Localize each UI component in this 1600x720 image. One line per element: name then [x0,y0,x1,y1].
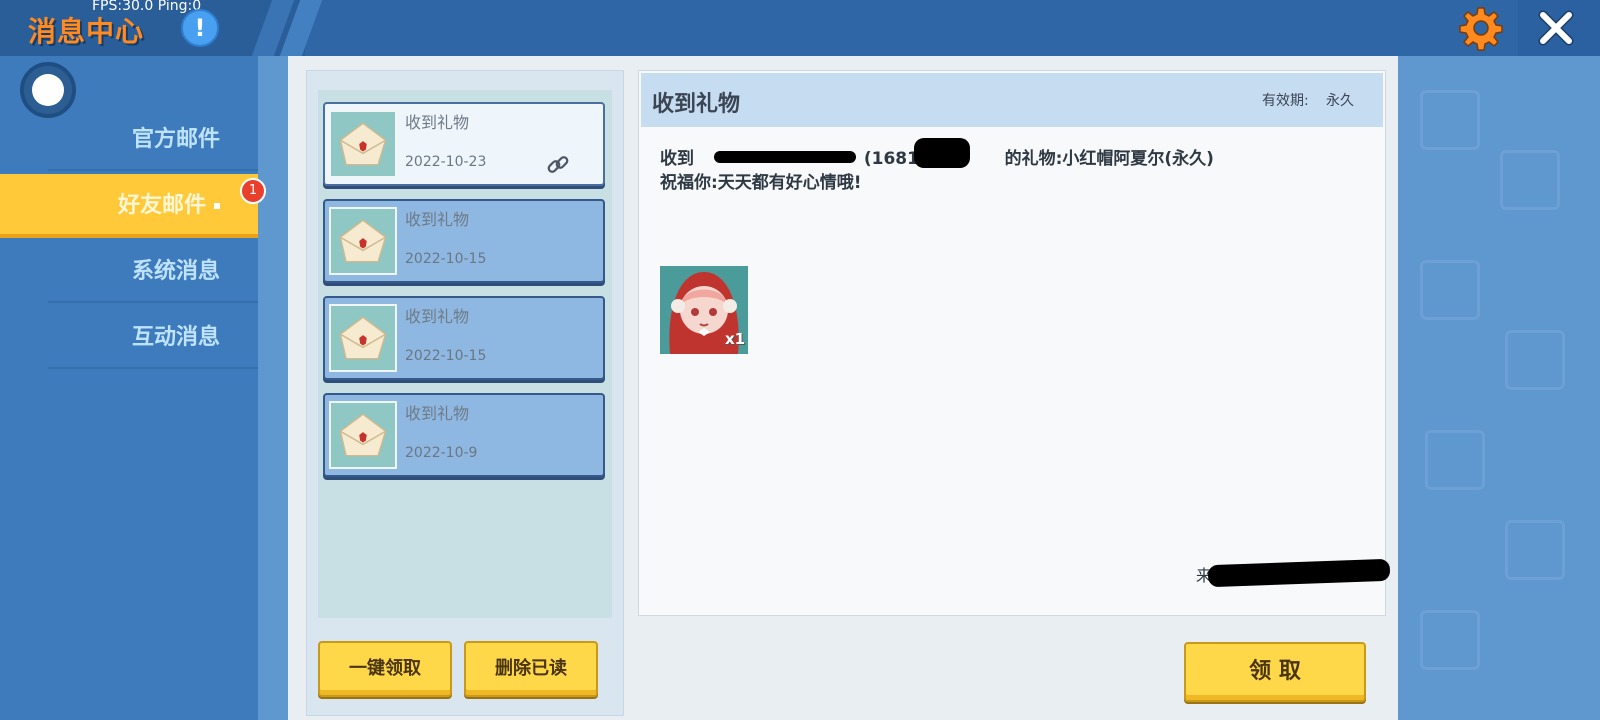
info-icon[interactable]: ! [181,9,219,47]
validity-value: 永久 [1326,93,1354,109]
sidebar-item-label: 互动消息 [131,325,220,350]
mail-title: 收到礼物 [405,113,470,132]
fps-readout: FPS:30.0 Ping:0 [92,0,202,14]
bg-pattern [1420,90,1480,150]
mail-title: 收到礼物 [405,210,470,229]
mail-date: 2022-10-15 [405,348,487,364]
sidebar-item-interaction-messages[interactable]: 互动消息 [0,306,258,370]
sidebar-item-label: 好友邮件 [117,193,206,218]
message-line-2: 祝福你:天天都有好心情哦! [660,173,862,193]
bg-pattern [1500,150,1560,210]
page-title: 消息中心 [28,15,145,48]
divider [48,301,258,303]
mail-title: 收到礼物 [405,307,470,326]
envelope-icon [329,304,397,372]
bg-pattern [1420,260,1480,320]
sidebar-item-label: 系统消息 [131,259,220,284]
bg-pattern [1425,430,1485,490]
redaction [714,151,856,163]
sidebar-item-system-messages[interactable]: 系统消息 [0,240,258,304]
attachment-icon [547,156,569,173]
claim-button[interactable]: 领 取 [1184,642,1366,702]
mail-item[interactable]: 收到礼物 2022-10-15 [323,296,605,380]
gift-quantity: x1 [725,330,746,348]
gift-description: 的礼物:小红帽阿夏尔(永久) [1004,149,1214,169]
detail-title: 收到礼物 [652,92,741,117]
mail-item-selected[interactable]: 收到礼物 2022-10-23 [323,102,605,186]
envelope-icon [329,401,397,469]
claim-all-button[interactable]: 一键领取 [318,641,452,697]
bg-pattern [1505,520,1565,580]
mail-date: 2022-10-15 [405,251,487,267]
bg-pattern [1420,610,1480,670]
mail-date: 2022-10-9 [405,445,478,461]
redaction [914,138,970,168]
sidebar-item-friend-mail[interactable]: 好友邮件 [0,174,258,238]
sidebar-item-official-mail[interactable]: 官方邮件 [0,108,258,172]
sender-prefix: 收到 [660,149,694,169]
divider [48,367,258,369]
envelope-icon [329,110,397,178]
divider [48,169,258,171]
active-dot [214,203,220,209]
unread-badge: 1 [240,178,266,204]
mail-item[interactable]: 收到礼物 2022-10-9 [323,393,605,477]
gear-icon[interactable] [1458,5,1504,51]
bg-pattern [1505,330,1565,390]
mail-date: 2022-10-23 [405,154,487,170]
mail-title: 收到礼物 [405,404,470,423]
validity-label: 有效期: [1262,93,1309,109]
mail-item[interactable]: 收到礼物 2022-10-15 [323,199,605,283]
delete-read-button[interactable]: 删除已读 [464,641,598,697]
sidebar-item-label: 官方邮件 [131,127,220,152]
envelope-icon [329,207,397,275]
close-icon[interactable] [1536,8,1576,48]
